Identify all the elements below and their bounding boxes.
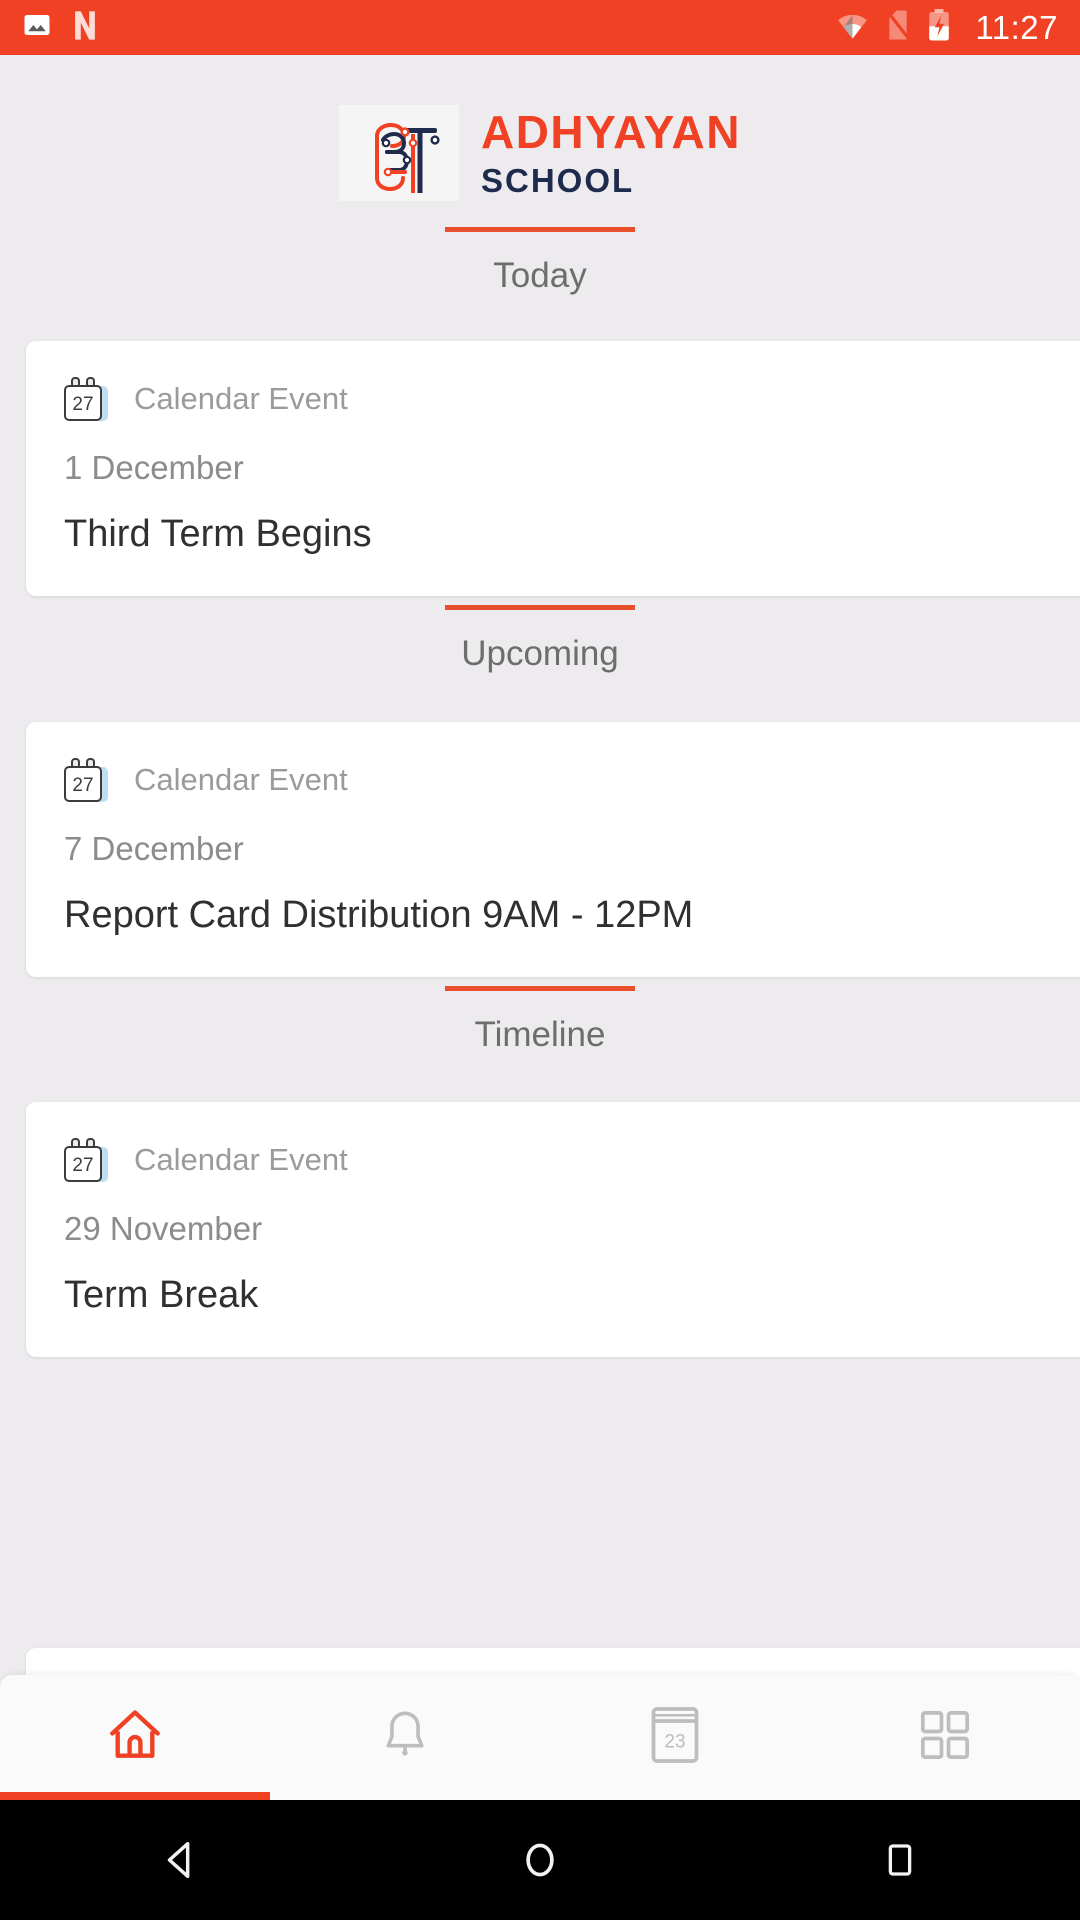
home-button[interactable] bbox=[360, 1837, 720, 1883]
event-kind-label: Calendar Event bbox=[134, 762, 348, 797]
event-title: Term Break bbox=[64, 1274, 259, 1316]
nav-item-notifications[interactable] bbox=[270, 1675, 540, 1800]
section-label: Upcoming bbox=[461, 634, 619, 673]
bell-icon bbox=[376, 1706, 434, 1769]
calendar-nav-day: 23 bbox=[664, 1732, 685, 1753]
battery-charging-icon bbox=[927, 8, 951, 47]
section-rule bbox=[445, 986, 635, 991]
section-header-timeline: Timeline bbox=[0, 986, 1080, 1055]
section-header-upcoming: Upcoming bbox=[0, 605, 1080, 674]
status-bar-clock: 11:27 bbox=[975, 8, 1058, 46]
event-date: 1 December bbox=[64, 449, 244, 486]
nav-item-more[interactable] bbox=[810, 1675, 1080, 1800]
adhyayan-logo-mark bbox=[338, 105, 459, 201]
home-icon bbox=[104, 1704, 166, 1771]
event-date: 29 November bbox=[64, 1210, 263, 1247]
status-bar-notification-icons bbox=[22, 10, 98, 46]
bottom-navigation: 23 bbox=[0, 1675, 1080, 1800]
calendar-event-icon: 27 bbox=[64, 377, 108, 421]
section-header-today: Today bbox=[0, 227, 1080, 296]
gallery-icon bbox=[22, 10, 52, 45]
nav-item-calendar[interactable]: 23 bbox=[540, 1675, 810, 1800]
section-label: Timeline bbox=[474, 1015, 606, 1054]
nav-active-indicator bbox=[0, 1792, 270, 1800]
calendar-icon-day: 27 bbox=[72, 393, 94, 415]
android-system-nav bbox=[0, 1800, 1080, 1920]
no-sim-icon bbox=[885, 9, 911, 46]
nav-item-home[interactable] bbox=[0, 1675, 270, 1800]
calendar-icon-day: 27 bbox=[72, 1154, 94, 1176]
status-bar-system-icons: 11:27 bbox=[836, 8, 1058, 47]
event-title: Third Term Begins bbox=[64, 513, 372, 555]
brand-text: ADHYAYAN SCHOOL bbox=[481, 109, 741, 197]
event-date: 7 December bbox=[64, 830, 244, 867]
event-kind-label: Calendar Event bbox=[134, 1142, 348, 1177]
event-card[interactable]: 27 Calendar Event 1 December Third Term … bbox=[26, 341, 1080, 596]
back-button[interactable] bbox=[0, 1837, 360, 1883]
event-card-header: 27 Calendar Event bbox=[64, 1138, 1068, 1182]
app-logo: ADHYAYAN SCHOOL bbox=[0, 105, 1080, 201]
section-rule bbox=[445, 605, 635, 610]
event-card-header: 27 Calendar Event bbox=[64, 758, 1068, 802]
app-screen: 11:27 ADHYAYAN SCHOOL Today 27 Calendar … bbox=[0, 0, 1080, 1920]
brand-subtitle: SCHOOL bbox=[480, 162, 635, 199]
status-bar: 11:27 bbox=[0, 0, 1080, 55]
calendar-event-icon: 27 bbox=[64, 758, 108, 802]
event-card[interactable]: 27 Calendar Event 7 December Report Card… bbox=[26, 722, 1080, 977]
brand-name: ADHYAYAN bbox=[480, 106, 741, 158]
event-kind-label: Calendar Event bbox=[134, 381, 348, 416]
netflix-icon bbox=[72, 10, 98, 46]
section-label: Today bbox=[493, 256, 587, 295]
event-card[interactable]: 27 Calendar Event 29 November Term Break bbox=[26, 1102, 1080, 1357]
section-rule bbox=[445, 227, 635, 232]
calendar-icon: 23 bbox=[647, 1705, 703, 1770]
calendar-event-icon: 27 bbox=[64, 1138, 108, 1182]
grid-icon bbox=[917, 1707, 973, 1768]
event-card-header: 27 Calendar Event bbox=[64, 377, 1068, 421]
event-title: Report Card Distribution 9AM - 12PM bbox=[64, 894, 694, 936]
recents-button[interactable] bbox=[720, 1839, 1080, 1881]
calendar-icon-day: 27 bbox=[72, 774, 94, 796]
wifi-icon bbox=[836, 10, 869, 45]
